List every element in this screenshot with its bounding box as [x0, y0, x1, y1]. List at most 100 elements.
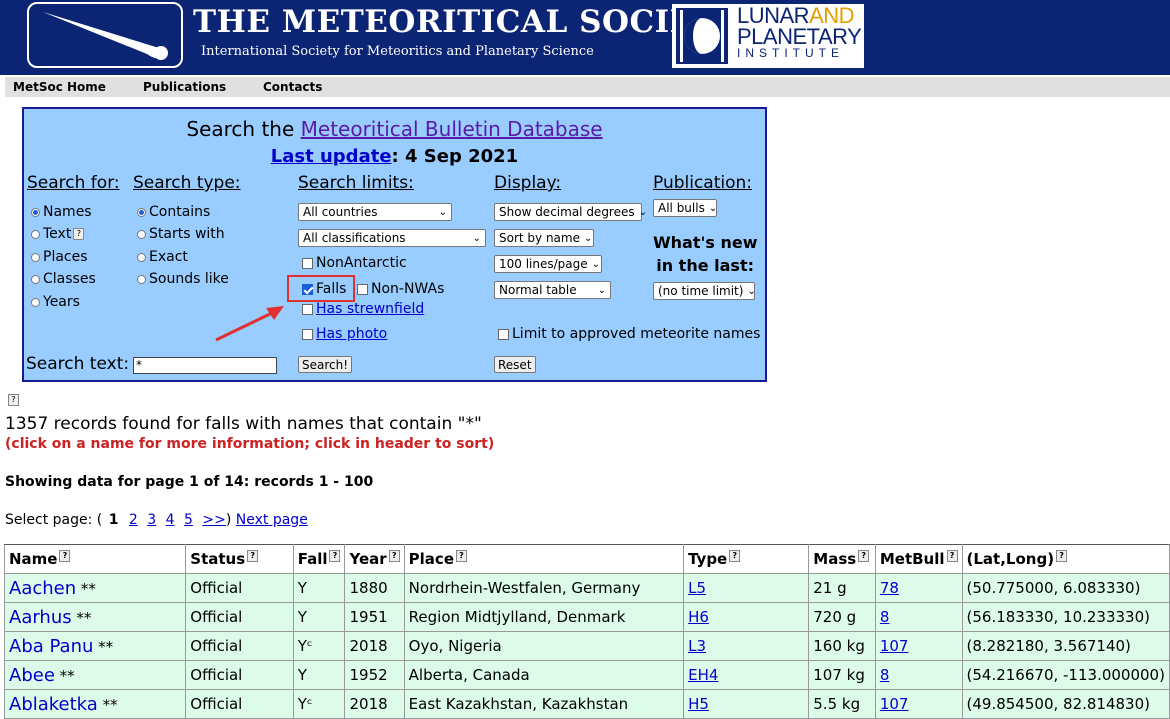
- page-selector: Select page: ( 1 2 3 4 5 >>) Next page: [5, 512, 308, 528]
- nav-metsoc-home[interactable]: MetSoc Home: [13, 80, 106, 94]
- lpi-logo[interactable]: LUNARAND PLANETARY INSTITUTE: [672, 4, 864, 68]
- lpi-wordmark: LUNARAND PLANETARY INSTITUTE: [737, 3, 862, 60]
- database-link[interactable]: Meteoritical Bulletin Database: [301, 117, 603, 141]
- panel-title: Search the Meteoritical Bulletin Databas…: [186, 117, 603, 141]
- metbull-link[interactable]: 78: [880, 579, 899, 597]
- table-row: Aachen ** Official Y 1880 Nordrhein-West…: [3, 573, 1170, 603]
- col-fall[interactable]: Fall?: [292, 544, 346, 574]
- chevron-down-icon: ⌄: [747, 285, 756, 297]
- last-update: Last update: 4 Sep 2021: [270, 146, 519, 167]
- chevron-down-icon: ⌄: [638, 206, 648, 218]
- radio-classes[interactable]: Classes: [31, 271, 96, 287]
- time-limit-select[interactable]: (no time limit) ⌄: [653, 282, 756, 300]
- metbull-link[interactable]: 107: [880, 637, 909, 655]
- metsoc-logo[interactable]: [27, 2, 183, 68]
- col-year[interactable]: Year?: [344, 544, 405, 574]
- annotation-arrow-icon: [215, 306, 284, 342]
- non-nwas-checkbox[interactable]: Non-NWAs: [357, 281, 444, 297]
- click-hint: (click on a name for more information; c…: [5, 436, 495, 452]
- chevron-down-icon: ⌄: [583, 232, 593, 244]
- table-row: Ablaketka ** Official Yᶜ 2018 East Kazak…: [3, 689, 1170, 719]
- col-latlong[interactable]: (Lat,Long)?: [961, 544, 1170, 574]
- current-page: 1: [108, 512, 119, 528]
- radio-names[interactable]: Names: [31, 204, 92, 220]
- meteorite-name-link[interactable]: Abee: [9, 665, 55, 686]
- search-type-label: Search type:: [133, 173, 241, 193]
- meteorite-name-link[interactable]: Aba Panu: [9, 636, 93, 657]
- site-subtitle: International Society for Meteoritics an…: [201, 44, 594, 59]
- help-icon[interactable]: ?: [8, 394, 19, 406]
- col-place[interactable]: Place?: [403, 544, 685, 574]
- metbull-link[interactable]: 107: [880, 695, 909, 713]
- classifications-select[interactable]: All classifications ⌄: [298, 229, 486, 247]
- col-name[interactable]: Name?: [3, 544, 187, 574]
- site-header: THE METEORITICAL SOCIETY International S…: [0, 0, 1170, 75]
- degrees-select[interactable]: Show decimal degrees ⌄: [494, 203, 647, 221]
- type-link[interactable]: EH4: [688, 666, 718, 684]
- publication-label: Publication:: [653, 173, 753, 193]
- page-link-3[interactable]: 3: [147, 512, 156, 528]
- has-photo-link[interactable]: Has photo: [316, 326, 387, 342]
- meteorite-name-link[interactable]: Aarhus: [9, 607, 72, 628]
- type-link[interactable]: H5: [688, 695, 709, 713]
- chevron-down-icon: ⌄: [591, 258, 601, 270]
- has-strewnfield-checkbox[interactable]: Has strewnfield: [302, 301, 424, 317]
- table-row: Abee ** Official Y 1952 Alberta, Canada …: [3, 660, 1170, 690]
- table-row: Aba Panu ** Official Yᶜ 2018 Oyo, Nigeri…: [3, 631, 1170, 661]
- chevron-down-icon: ⌄: [472, 232, 481, 244]
- search-panel: Search the Meteoritical Bulletin Databas…: [22, 107, 767, 382]
- radio-sounds-like[interactable]: Sounds like: [137, 271, 229, 287]
- type-link[interactable]: L3: [688, 637, 706, 655]
- bulls-select[interactable]: All bulls ⌄: [653, 199, 717, 217]
- meteorite-name-link[interactable]: Aachen: [9, 578, 76, 599]
- col-type[interactable]: Type?: [683, 544, 810, 574]
- chevron-down-icon: ⌄: [708, 202, 718, 214]
- meteorite-name-link[interactable]: Ablaketka: [9, 694, 98, 715]
- chevron-down-icon: ⌄: [597, 284, 606, 296]
- has-strewnfield-link[interactable]: Has strewnfield: [316, 301, 424, 317]
- col-status[interactable]: Status?: [185, 544, 294, 574]
- search-text-label: Search text:: [26, 354, 130, 374]
- search-button[interactable]: Search!: [298, 356, 353, 373]
- radio-contains[interactable]: Contains: [137, 204, 210, 220]
- table-row: Aarhus ** Official Y 1951 Region Midtjyl…: [3, 602, 1170, 632]
- page-link-next-group[interactable]: >>: [202, 512, 225, 528]
- records-found: 1357 records found for falls with names …: [5, 414, 482, 434]
- page-link-5[interactable]: 5: [184, 512, 193, 528]
- page-link-2[interactable]: 2: [129, 512, 138, 528]
- radio-text[interactable]: Text?: [31, 226, 85, 242]
- approved-names-checkbox[interactable]: Limit to approved meteorite names: [498, 326, 760, 342]
- col-mass[interactable]: Mass?: [808, 544, 876, 574]
- sort-select[interactable]: Sort by name ⌄: [494, 229, 594, 247]
- site-title: THE METEORITICAL SOCIETY: [193, 4, 740, 40]
- showing-info: Showing data for page 1 of 14: records 1…: [5, 474, 374, 490]
- radio-starts-with[interactable]: Starts with: [137, 226, 225, 242]
- nonantarctic-checkbox[interactable]: NonAntarctic: [302, 255, 407, 271]
- has-photo-checkbox[interactable]: Has photo: [302, 326, 387, 342]
- falls-highlight: [287, 275, 355, 302]
- table-select[interactable]: Normal table ⌄: [494, 281, 611, 299]
- chevron-down-icon: ⌄: [438, 206, 447, 218]
- metbull-link[interactable]: 8: [880, 666, 890, 684]
- help-icon[interactable]: ?: [73, 228, 85, 240]
- radio-exact[interactable]: Exact: [137, 249, 188, 265]
- lines-select[interactable]: 100 lines/page ⌄: [494, 255, 602, 273]
- whats-new-label: What's new: [653, 233, 758, 252]
- metbull-link[interactable]: 8: [880, 608, 890, 626]
- type-link[interactable]: L5: [688, 579, 706, 597]
- nav-contacts[interactable]: Contacts: [263, 80, 322, 94]
- display-label: Display:: [494, 173, 562, 193]
- reset-button[interactable]: Reset: [494, 356, 536, 373]
- meteor-icon: [43, 12, 168, 60]
- radio-places[interactable]: Places: [31, 249, 88, 265]
- type-link[interactable]: H6: [688, 608, 709, 626]
- results-table: Name? Status? Fall? Year? Place? Type? M…: [3, 544, 1170, 719]
- next-page-link[interactable]: Next page: [236, 512, 308, 528]
- last-update-link[interactable]: Last update: [271, 146, 392, 167]
- countries-select[interactable]: All countries ⌄: [298, 203, 452, 221]
- search-text-input[interactable]: [133, 356, 277, 374]
- page-link-4[interactable]: 4: [166, 512, 175, 528]
- radio-years[interactable]: Years: [31, 294, 80, 310]
- nav-publications[interactable]: Publications: [143, 80, 226, 94]
- col-metbull[interactable]: MetBull?: [874, 544, 963, 574]
